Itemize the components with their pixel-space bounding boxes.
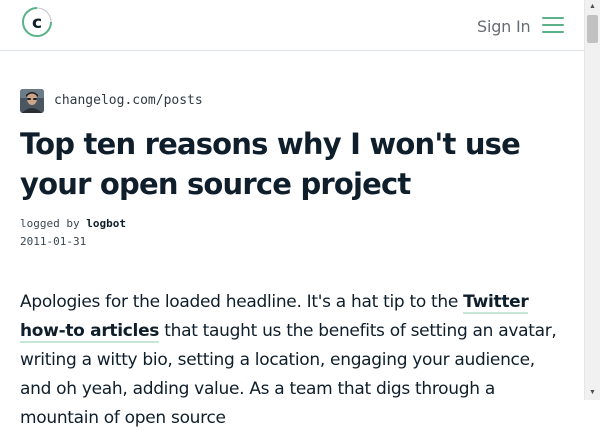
- hamburger-menu-icon[interactable]: [542, 17, 564, 33]
- avatar[interactable]: [20, 89, 44, 113]
- scroll-up-arrow-icon[interactable]: ▲: [585, 0, 600, 14]
- logged-by-label: logged by: [20, 217, 80, 230]
- changelog-logo-icon: c: [22, 7, 52, 37]
- post-date: 2011-01-31: [20, 235, 87, 248]
- changelog-logo[interactable]: c: [21, 6, 53, 38]
- site-header: c Sign In: [0, 0, 584, 51]
- sign-in-link[interactable]: Sign In: [477, 17, 531, 36]
- post-title[interactable]: Top ten reasons why I won't use your ope…: [20, 124, 575, 204]
- source-url-link[interactable]: changelog.com/posts: [54, 93, 203, 108]
- post-meta: logged by logbot 2011-01-31: [20, 215, 126, 251]
- scrollbar-thumb[interactable]: [587, 15, 598, 43]
- body-intro: Apologies for the loaded headline. It's …: [20, 292, 464, 312]
- scroll-down-arrow-icon[interactable]: ▼: [585, 386, 600, 400]
- page-scrollbar[interactable]: ▲ ▼: [584, 0, 600, 400]
- author-link[interactable]: logbot: [86, 217, 126, 230]
- svg-text:c: c: [32, 13, 42, 33]
- post-body: Apologies for the loaded headline. It's …: [20, 288, 565, 433]
